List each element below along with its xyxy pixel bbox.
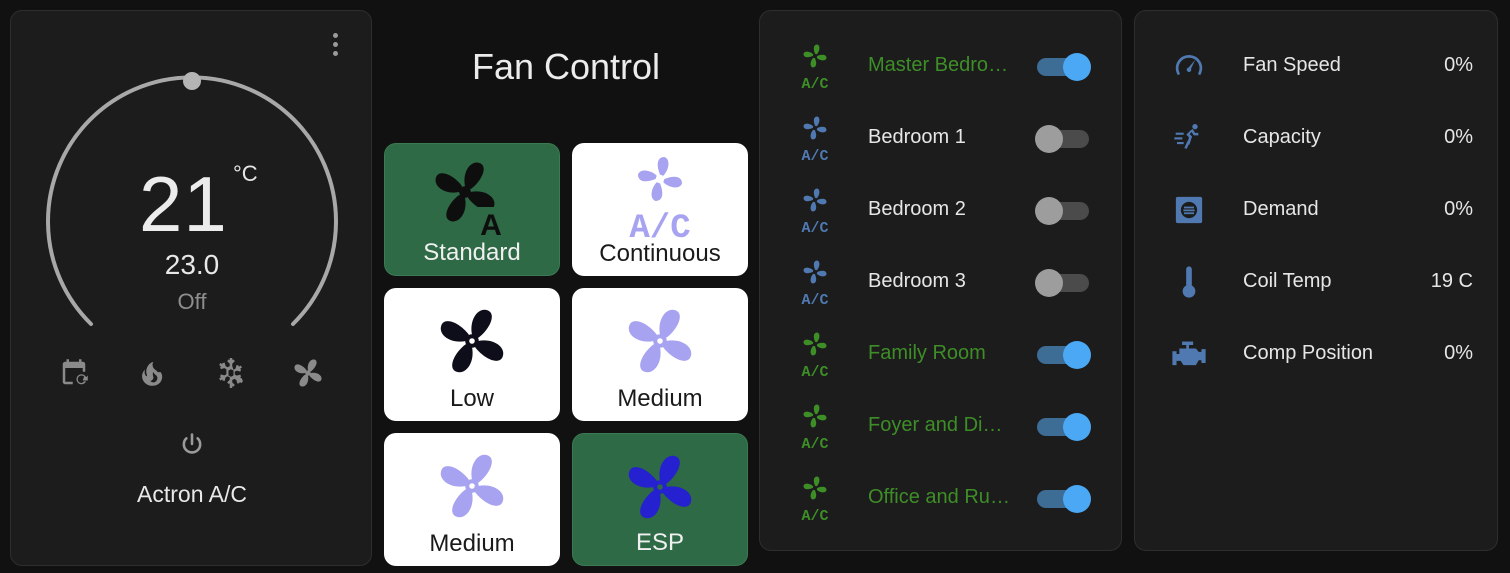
zone-row-foyer-dining: A/C Foyer and Dining [760,396,1123,456]
sensor-row-comp-position[interactable]: Comp Position 0% [1135,324,1499,384]
mode-cool-button[interactable] [211,353,251,393]
fan-icon [294,359,322,387]
sensor-row-fan-speed[interactable]: Fan Speed 0% [1135,36,1499,96]
ac-zone-icon: A/C [801,332,829,378]
zones-card: A/C Master Bedroom A/C Bedroom 1 A/C Bed… [759,10,1122,551]
zone-toggle[interactable] [1035,197,1091,225]
svg-text:A/C: A/C [801,220,828,234]
current-temperature: 21 [139,160,228,248]
svg-text:A/C: A/C [629,210,690,239]
zone-name: Master Bedroom [868,54,1013,76]
svg-text:A/C: A/C [801,292,828,306]
fan-mode-continuous-button[interactable]: A/C Continuous [572,143,748,276]
fan-mode-label: Low [449,385,495,412]
sensor-name: Comp Position [1243,342,1374,364]
fan-auto-icon: A [435,162,506,240]
zone-row-office-rumpus: A/C Office and Rumpus [760,468,1123,528]
zone-name: Bedroom 3 [868,270,966,292]
sensor-name: Capacity [1243,126,1321,148]
ac-zone-icon: A/C [801,404,829,450]
fan-mode-label: Medium [617,385,703,412]
temperature-unit: °C [233,161,258,186]
ac-zone-icon: A/C [801,44,829,90]
calendar-sync-icon [62,359,88,385]
zone-toggle[interactable] [1035,269,1091,297]
zone-toggle[interactable] [1035,53,1091,81]
svg-text:A/C: A/C [801,364,828,378]
fan-ac-icon: A/C [629,157,691,239]
speedometer-icon [1175,55,1203,75]
sensor-row-demand[interactable]: Demand 0% [1135,180,1499,240]
fan-icon [628,309,692,373]
zone-name: Foyer and Dining [868,414,1013,436]
fan-icon [628,455,692,519]
zone-toggle[interactable] [1035,125,1091,153]
ac-zone-icon: A/C [801,116,829,162]
thermostat-name: Actron A/C [137,481,247,507]
dial-handle[interactable] [183,72,201,90]
power-icon [182,433,202,454]
svg-text:A/C: A/C [801,148,828,162]
sensor-value: 0% [1444,126,1473,148]
fan-icon [440,309,504,373]
hvac-state: Off [177,289,207,314]
sensor-row-capacity[interactable]: Capacity 0% [1135,108,1499,168]
fan-mode-label: Standard [423,239,521,266]
mode-heat-button[interactable] [131,353,171,393]
svg-text:A/C: A/C [801,436,828,450]
sensor-value: 19 C [1430,270,1473,292]
svg-text:A/C: A/C [801,508,828,522]
zone-row-master-bedroom: A/C Master Bedroom [760,36,1123,96]
sensor-row-coil-temp[interactable]: Coil Temp 19 C [1135,252,1499,312]
ac-zone-icon: A/C [801,260,829,306]
zone-row-bedroom-3: A/C Bedroom 3 [760,252,1123,312]
hvac-demand-icon [1175,196,1203,224]
zone-row-bedroom-1: A/C Bedroom 1 [760,108,1123,168]
mode-fan-button[interactable] [288,353,328,393]
zone-toggle[interactable] [1035,341,1091,369]
fan-mode-label: ESP [635,529,685,556]
sensor-value: 0% [1444,54,1473,76]
zone-name: Bedroom 2 [868,198,966,220]
zone-row-bedroom-2: A/C Bedroom 2 [760,180,1123,240]
zone-row-family-room: A/C Family Room [760,324,1123,384]
svg-text:A/C: A/C [801,76,828,90]
flame-icon [142,361,163,386]
sensor-value: 0% [1444,198,1473,220]
sensor-value: 0% [1444,342,1473,364]
sensor-name: Fan Speed [1243,54,1341,76]
fan-icon [440,454,504,518]
svg-text:A: A [480,209,502,240]
fan-mode-low-button[interactable]: Low [384,288,560,421]
thermostat-card: 21 °C 23.0 Off Actron A/C [10,10,372,566]
zone-name: Office and Rumpus [868,486,1013,508]
fan-mode-label: Continuous [599,240,721,267]
engine-icon [1172,341,1206,366]
fan-mode-esp-button[interactable]: ESP [572,433,748,566]
zone-toggle[interactable] [1035,485,1091,513]
sensor-name: Coil Temp [1243,270,1332,292]
thermometer-icon [1182,266,1196,298]
fan-control-title: Fan Control [471,46,661,87]
fan-mode-medium-button[interactable]: Medium [384,433,560,566]
fan-mode-medium-button[interactable]: Medium [572,288,748,421]
zone-toggle[interactable] [1035,413,1091,441]
ac-zone-icon: A/C [801,476,829,522]
fan-mode-label: Medium [429,530,515,557]
zone-name: Bedroom 1 [868,126,966,148]
snowflake-icon [219,358,243,388]
fan-mode-standard-button[interactable]: A Standard [384,143,560,276]
ac-zone-icon: A/C [801,188,829,234]
run-fast-icon [1174,124,1199,149]
sensor-name: Demand [1243,198,1319,220]
zone-name: Family Room [868,342,986,364]
sensors-card: Fan Speed 0% Capacity 0% Demand 0% Coil … [1134,10,1498,551]
power-button[interactable] [172,425,212,465]
target-temperature: 23.0 [164,249,220,280]
mode-auto-button[interactable] [54,353,94,393]
